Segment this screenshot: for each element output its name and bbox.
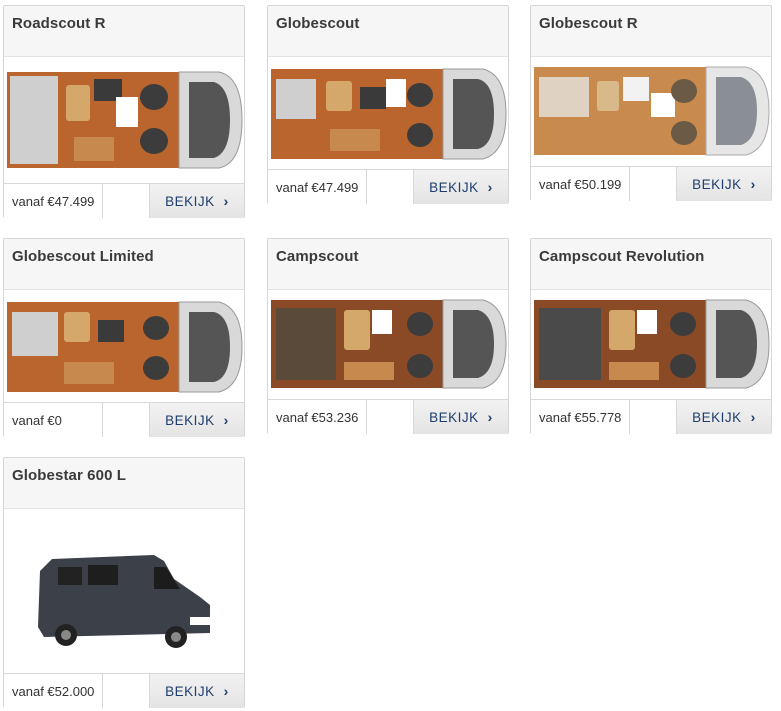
chevron-right-icon: › bbox=[487, 179, 493, 195]
footer-spacer bbox=[367, 170, 414, 204]
price-label: vanaf €47.499 bbox=[4, 184, 103, 218]
button-label: BEKIJK bbox=[429, 179, 479, 195]
chevron-right-icon: › bbox=[223, 193, 229, 209]
bekijk-button[interactable]: BEKIJK › bbox=[150, 403, 244, 437]
card-footer: vanaf €47.499 BEKIJK › bbox=[4, 183, 244, 218]
model-card: Globescout vanaf €47.499 BEKIJK › bbox=[267, 5, 509, 204]
card-footer: vanaf €47.499 BEKIJK › bbox=[268, 169, 508, 204]
card-header: Globescout Limited bbox=[4, 239, 244, 290]
price-label: vanaf €0 bbox=[4, 403, 103, 437]
card-title: Globescout bbox=[276, 15, 360, 32]
price-label: vanaf €52.000 bbox=[4, 674, 103, 708]
button-label: BEKIJK bbox=[165, 683, 215, 699]
floorplan-image[interactable] bbox=[531, 57, 771, 166]
model-card: Campscout vanaf €53.236 BEKIJK › bbox=[267, 238, 509, 434]
model-card: Globestar 600 L vanaf €52.000 BEKIJK › bbox=[3, 457, 245, 708]
button-label: BEKIJK bbox=[692, 176, 742, 192]
bekijk-button[interactable]: BEKIJK › bbox=[677, 400, 771, 434]
price-label: vanaf €55.778 bbox=[531, 400, 630, 434]
model-card: Campscout Revolution vanaf €55.778 BEKIJ… bbox=[530, 238, 772, 434]
chevron-right-icon: › bbox=[750, 176, 756, 192]
chevron-right-icon: › bbox=[223, 683, 229, 699]
bekijk-button[interactable]: BEKIJK › bbox=[150, 184, 244, 218]
card-header: Globestar 600 L bbox=[4, 458, 244, 509]
card-title: Globestar 600 L bbox=[12, 467, 127, 484]
card-footer: vanaf €53.236 BEKIJK › bbox=[268, 399, 508, 434]
floorplan-image[interactable] bbox=[268, 290, 508, 399]
card-footer: vanaf €55.778 BEKIJK › bbox=[531, 399, 771, 434]
chevron-right-icon: › bbox=[223, 412, 229, 428]
card-header: Campscout bbox=[268, 239, 508, 290]
model-card: Roadscout R vanaf €47.499 BEKIJK › bbox=[3, 5, 245, 218]
chevron-right-icon: › bbox=[487, 409, 493, 425]
footer-spacer bbox=[367, 400, 414, 434]
model-card: Globescout Limited vanaf €0 BEKIJK › bbox=[3, 238, 245, 437]
footer-spacer bbox=[103, 403, 150, 437]
floorplan-image[interactable] bbox=[268, 57, 508, 169]
card-title: Campscout bbox=[276, 248, 359, 265]
floorplan-image[interactable] bbox=[4, 57, 244, 183]
bekijk-button[interactable]: BEKIJK › bbox=[677, 167, 771, 201]
card-footer: vanaf €0 BEKIJK › bbox=[4, 402, 244, 437]
button-label: BEKIJK bbox=[165, 412, 215, 428]
card-title: Globescout Limited bbox=[12, 248, 154, 265]
button-label: BEKIJK bbox=[429, 409, 479, 425]
card-header: Globescout R bbox=[531, 6, 771, 57]
bekijk-button[interactable]: BEKIJK › bbox=[414, 400, 508, 434]
button-label: BEKIJK bbox=[692, 409, 742, 425]
card-title: Roadscout R bbox=[12, 15, 106, 32]
van-photo[interactable] bbox=[4, 509, 244, 673]
button-label: BEKIJK bbox=[165, 193, 215, 209]
bekijk-button[interactable]: BEKIJK › bbox=[414, 170, 508, 204]
bekijk-button[interactable]: BEKIJK › bbox=[150, 674, 244, 708]
floorplan-image[interactable] bbox=[531, 290, 771, 399]
card-header: Globescout bbox=[268, 6, 508, 57]
price-label: vanaf €53.236 bbox=[268, 400, 367, 434]
footer-spacer bbox=[103, 674, 150, 708]
card-footer: vanaf €52.000 BEKIJK › bbox=[4, 673, 244, 708]
footer-spacer bbox=[630, 400, 677, 434]
card-title: Globescout R bbox=[539, 15, 638, 32]
card-header: Campscout Revolution bbox=[531, 239, 771, 290]
price-label: vanaf €50.199 bbox=[531, 167, 630, 201]
chevron-right-icon: › bbox=[750, 409, 756, 425]
card-footer: vanaf €50.199 BEKIJK › bbox=[531, 166, 771, 201]
price-label: vanaf €47.499 bbox=[268, 170, 367, 204]
card-title: Campscout Revolution bbox=[539, 248, 705, 265]
footer-spacer bbox=[630, 167, 677, 201]
model-card: Globescout R vanaf €50.199 BEKIJK › bbox=[530, 5, 772, 201]
floorplan-image[interactable] bbox=[4, 290, 244, 402]
card-header: Roadscout R bbox=[4, 6, 244, 57]
footer-spacer bbox=[103, 184, 150, 218]
